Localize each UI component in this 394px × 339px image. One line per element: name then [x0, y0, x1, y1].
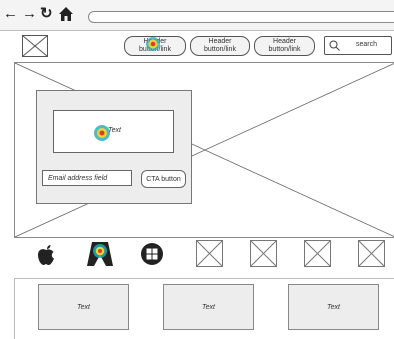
badge-icon — [86, 241, 114, 272]
reload-icon[interactable]: ↻ — [40, 6, 53, 22]
section-rail — [14, 278, 15, 339]
logo-placeholder — [304, 240, 331, 267]
header-button-label: Header button/link — [268, 38, 301, 53]
feature-text: Text — [77, 303, 90, 311]
hero-text: Text — [108, 127, 121, 134]
logo-placeholder — [358, 240, 385, 267]
windows-icon — [140, 242, 164, 271]
logo-placeholder[interactable] — [22, 35, 48, 57]
forward-arrow-icon[interactable]: → — [22, 6, 37, 22]
feature-box: Text — [163, 284, 254, 330]
cta-button[interactable]: CTA button — [141, 170, 186, 188]
back-arrow-icon[interactable]: ← — [3, 6, 18, 22]
header-button-2[interactable]: Header button/link — [190, 36, 250, 56]
heatmap-marker — [146, 37, 160, 51]
feature-text: Text — [202, 303, 215, 311]
feature-box: Text — [288, 284, 379, 330]
search-icon — [329, 40, 340, 51]
logo-placeholder — [250, 240, 277, 267]
logo-placeholder — [196, 240, 223, 267]
feature-box: Text — [38, 284, 129, 330]
section-divider — [14, 278, 394, 279]
cta-button-label: CTA button — [146, 175, 181, 183]
email-field[interactable]: Email address field — [42, 170, 132, 186]
header-button-label: Header button/link — [204, 38, 236, 53]
home-icon[interactable] — [58, 6, 74, 27]
apple-icon — [35, 242, 57, 271]
feature-text: Text — [327, 303, 340, 311]
header-button-3[interactable]: Header button/link — [254, 36, 315, 56]
url-field[interactable] — [88, 11, 394, 23]
search-label: search — [356, 41, 378, 48]
